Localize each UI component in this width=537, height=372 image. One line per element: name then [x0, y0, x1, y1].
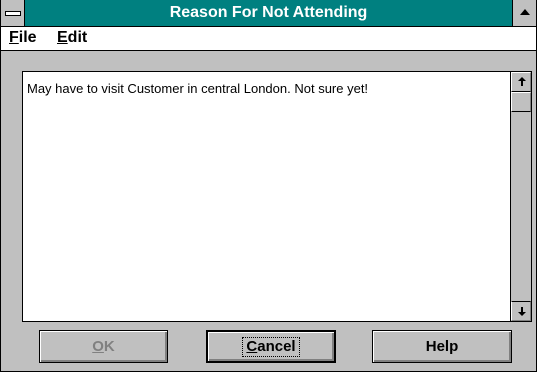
- menu-file[interactable]: File: [9, 29, 37, 47]
- help-button[interactable]: Help: [372, 330, 512, 363]
- window-title: Reason For Not Attending: [169, 4, 368, 21]
- menu-file-mnemonic: F: [9, 29, 19, 46]
- menu-bar: File Edit: [1, 27, 536, 51]
- vertical-scrollbar[interactable]: [510, 72, 531, 321]
- title-bar[interactable]: Reason For Not Attending: [1, 0, 536, 27]
- cancel-label: ancel: [257, 338, 296, 355]
- arrow-down-icon: [518, 312, 526, 316]
- maximize-arrow-icon: [520, 9, 530, 15]
- scroll-up-button[interactable]: [511, 72, 531, 92]
- cancel-mnemonic: C: [246, 338, 258, 355]
- maximize-button[interactable]: [512, 0, 536, 26]
- ok-button[interactable]: OK: [39, 330, 168, 363]
- scroll-down-button[interactable]: [511, 301, 531, 321]
- reason-text[interactable]: May have to visit Customer in central Lo…: [27, 81, 368, 96]
- cancel-focus-rect: Cancel: [242, 337, 300, 357]
- menu-edit-label: dit: [67, 29, 88, 46]
- ok-mnemonic: O: [92, 338, 104, 355]
- menu-edit[interactable]: Edit: [57, 29, 87, 47]
- ok-label: K: [103, 338, 115, 355]
- system-menu-icon: [5, 11, 21, 16]
- cancel-button[interactable]: Cancel: [206, 330, 336, 363]
- scroll-thumb[interactable]: [511, 92, 531, 112]
- dialog-window: Reason For Not Attending File Edit May h…: [0, 0, 537, 372]
- arrow-up-shaft: [521, 81, 523, 86]
- system-menu-button[interactable]: [1, 0, 25, 26]
- reason-textarea[interactable]: May have to visit Customer in central Lo…: [22, 71, 532, 322]
- menu-edit-mnemonic: E: [57, 29, 68, 46]
- menu-file-label: ile: [18, 29, 37, 46]
